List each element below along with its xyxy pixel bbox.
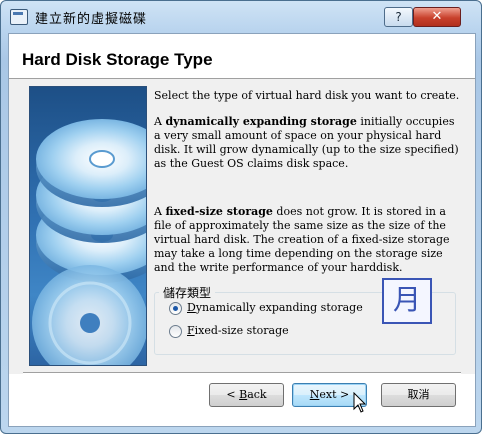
fixed-label-rest: ixed-size storage [194, 324, 289, 337]
back-label-rest: ack [247, 388, 267, 401]
close-button[interactable]: ✕ [413, 7, 461, 27]
dynamic-prefix: A [154, 115, 166, 128]
dialog-window: 建立新的虛擬磁碟 ? ✕ Hard Disk Storage Type Sele… [0, 0, 482, 434]
dynamic-label-rest: ynamically expanding storage [195, 301, 363, 314]
mouse-pointer-icon [353, 392, 367, 413]
dynamic-storage-label[interactable]: Dynamically expanding storage [187, 301, 363, 314]
back-prefix: < [226, 388, 240, 401]
fixed-description: A fixed-size storage does not grow. It i… [154, 205, 460, 275]
wizard-header: Hard Disk Storage Type [9, 34, 475, 79]
app-icon [10, 9, 28, 25]
stacked-disks-icon [29, 86, 147, 366]
help-button[interactable]: ? [384, 7, 413, 27]
dynamic-accel-key: D [187, 301, 196, 314]
dynamic-storage-radio[interactable] [169, 302, 182, 315]
fixed-prefix: A [154, 205, 166, 218]
storage-type-group-title: 儲存類型 [159, 284, 216, 301]
page-title: Hard Disk Storage Type [22, 50, 213, 69]
fixed-accel-key: F [187, 324, 195, 337]
title-bar[interactable]: 建立新的虛擬磁碟 ? ✕ [1, 1, 481, 31]
footer-separator [23, 372, 461, 374]
dynamic-description: A dynamically expanding storage initiall… [154, 115, 460, 171]
fixed-storage-radio[interactable] [169, 325, 182, 338]
window-title: 建立新的虛擬磁碟 [35, 12, 148, 27]
dynamic-term: dynamically expanding storage [165, 115, 357, 128]
next-label-rest: ext > [319, 388, 350, 401]
next-accel-key: N [309, 388, 320, 401]
fixed-term: fixed-size storage [165, 205, 273, 218]
fixed-storage-label[interactable]: Fixed-size storage [187, 324, 289, 337]
back-accel-key: B [239, 388, 248, 401]
back-button[interactable]: < Back [209, 383, 284, 407]
wizard-body: Select the type of virtual hard disk you… [9, 79, 475, 374]
dialog-client: Hard Disk Storage Type Select the type o… [8, 33, 476, 427]
intro-text: Select the type of virtual hard disk you… [154, 89, 460, 102]
moon-char-logo-icon: 月 [382, 278, 432, 324]
cancel-button[interactable]: 取消 [381, 383, 456, 407]
